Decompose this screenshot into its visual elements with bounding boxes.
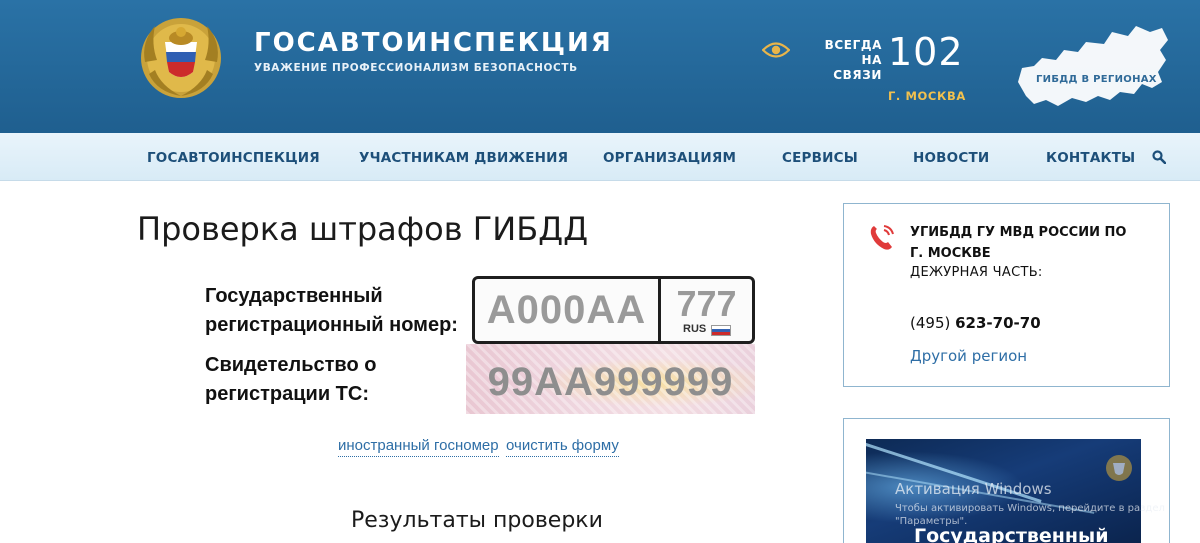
certificate-placeholder: 99АА999999 (487, 360, 734, 404)
always-connected-label: ВСЕГДА НА СВЯЗИ (824, 38, 882, 82)
russia-flag-icon (711, 325, 731, 336)
results-heading: Результаты проверки (351, 508, 603, 533)
eye-icon[interactable] (762, 41, 790, 59)
plate-rus-label: RUS (683, 323, 707, 335)
plate-number-field[interactable]: А000АА (475, 279, 661, 341)
duty-phone[interactable]: (495) 623-70-70 (910, 314, 1041, 332)
nav-item-contacts[interactable]: КОНТАКТЫ (1046, 150, 1135, 166)
windows-activation-text: Чтобы активировать Windows, перейдите в … (895, 503, 1165, 527)
nav-item-gosavtoinspekciya[interactable]: ГОСАВТОИНСПЕКЦИЯ (147, 150, 320, 166)
plate-label: Государственный регистрационный номер: (205, 285, 458, 336)
duty-label: ДЕЖУРНАЯ ЧАСТЬ: (910, 265, 1043, 280)
search-icon[interactable] (1152, 150, 1166, 164)
main-nav: ГОСАВТОИНСПЕКЦИЯ УЧАСТНИКАМ ДВИЖЕНИЯ ОРГ… (0, 133, 1200, 181)
nav-item-services[interactable]: СЕРВИСЫ (782, 150, 858, 166)
plate-region-field[interactable]: 777 RUS (661, 279, 752, 341)
phone-icon (870, 225, 894, 250)
other-region-link[interactable]: Другой регион (910, 347, 1027, 365)
hotline-number[interactable]: 102 (888, 30, 964, 74)
page-title: Проверка штрафов ГИБДД (137, 210, 589, 248)
plate-number-input[interactable]: А000АА 777 RUS (472, 276, 755, 344)
contact-card: УГИБДД ГУ МВД РОССИИ ПО Г. МОСКВЕ ДЕЖУРН… (843, 203, 1170, 387)
nav-item-organizations[interactable]: ОРГАНИЗАЦИЯМ (603, 150, 736, 166)
site-header: ГОСАВТОИНСПЕКЦИЯ УВАЖЕНИЕ ПРОФЕССИОНАЛИЗ… (0, 0, 1200, 133)
banner-emblem-icon (1106, 455, 1132, 481)
site-subtitle: УВАЖЕНИЕ ПРОФЕССИОНАЛИЗМ БЕЗОПАСНОСТЬ (254, 62, 578, 74)
clear-form-link[interactable]: очистить форму (506, 437, 619, 457)
city-selector[interactable]: Г. МОСКВА (888, 89, 966, 103)
russia-map-icon[interactable] (1012, 22, 1172, 116)
foreign-plate-link[interactable]: иностранный госномер (338, 437, 499, 457)
site-title[interactable]: ГОСАВТОИНСПЕКЦИЯ (254, 28, 613, 58)
nav-item-road-users[interactable]: УЧАСТНИКАМ ДВИЖЕНИЯ (359, 150, 568, 166)
plate-region-number: 777 (676, 283, 737, 324)
gai-emblem-icon[interactable] (135, 12, 227, 102)
windows-activation-title: Активация Windows (895, 480, 1052, 498)
regions-map-label[interactable]: ГИБДД В РЕГИОНАХ (1036, 74, 1157, 85)
certificate-input[interactable]: 99АА999999 (466, 344, 755, 414)
nav-item-news[interactable]: НОВОСТИ (913, 150, 989, 166)
department-name: УГИБДД ГУ МВД РОССИИ ПО Г. МОСКВЕ (910, 225, 1127, 261)
certificate-label: Свидетельство о регистрации ТС: (205, 354, 377, 405)
